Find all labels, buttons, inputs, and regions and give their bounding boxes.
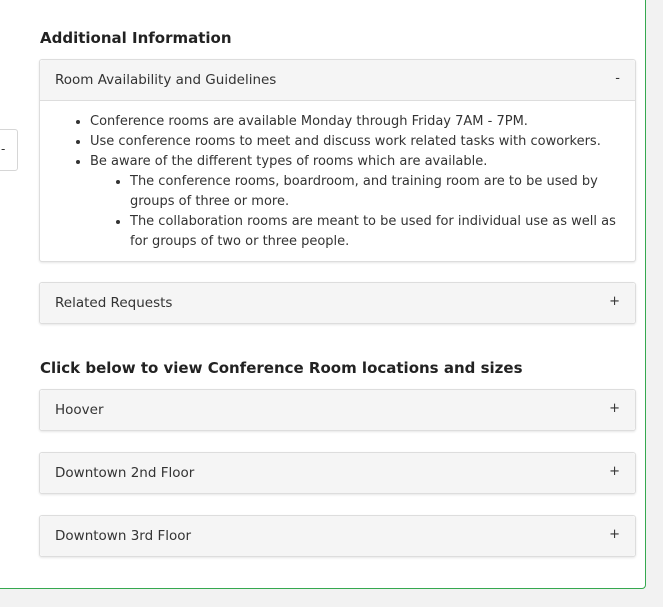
- left-panel-collapse-tab[interactable]: -: [0, 129, 18, 171]
- guideline-item: Use conference rooms to meet and discuss…: [90, 132, 620, 152]
- location-panel-header[interactable]: Hoover +: [40, 390, 635, 430]
- location-panel-hoover[interactable]: Hoover +: [39, 389, 636, 431]
- expand-toggle-icon[interactable]: +: [609, 527, 620, 542]
- additional-information-heading: Additional Information: [40, 29, 232, 47]
- expand-toggle-icon[interactable]: +: [609, 401, 620, 416]
- location-panel-downtown-3rd-floor[interactable]: Downtown 3rd Floor +: [39, 515, 636, 557]
- room-type-item: The conference rooms, boardroom, and tra…: [130, 172, 620, 212]
- collapse-toggle-icon[interactable]: -: [615, 71, 620, 86]
- locations-heading: Click below to view Conference Room loca…: [40, 359, 523, 377]
- room-type-item: The collaboration rooms are meant to be …: [130, 212, 620, 252]
- room-availability-panel: Room Availability and Guidelines - Confe…: [39, 59, 636, 262]
- location-panel-downtown-2nd-floor[interactable]: Downtown 2nd Floor +: [39, 452, 636, 494]
- room-types-list: The conference rooms, boardroom, and tra…: [90, 172, 620, 252]
- room-availability-panel-body: Conference rooms are available Monday th…: [40, 101, 635, 261]
- location-panel-title: Hoover: [55, 402, 104, 418]
- related-requests-panel-title: Related Requests: [55, 295, 173, 311]
- location-panel-header[interactable]: Downtown 3rd Floor +: [40, 516, 635, 556]
- related-requests-panel[interactable]: Related Requests +: [39, 282, 636, 324]
- guideline-item-text: Be aware of the different types of rooms…: [90, 154, 488, 169]
- room-availability-panel-title: Room Availability and Guidelines: [55, 72, 277, 88]
- left-tab-glyph: -: [1, 142, 6, 156]
- location-panel-header[interactable]: Downtown 2nd Floor +: [40, 453, 635, 493]
- location-panel-title: Downtown 3rd Floor: [55, 528, 192, 544]
- guidelines-list: Conference rooms are available Monday th…: [55, 112, 620, 252]
- room-availability-panel-header[interactable]: Room Availability and Guidelines -: [40, 60, 635, 101]
- expand-toggle-icon[interactable]: +: [609, 464, 620, 479]
- guideline-item: Be aware of the different types of rooms…: [90, 152, 620, 252]
- expand-toggle-icon[interactable]: +: [609, 294, 620, 309]
- location-panel-title: Downtown 2nd Floor: [55, 465, 195, 481]
- guideline-item: Conference rooms are available Monday th…: [90, 112, 620, 132]
- related-requests-panel-header[interactable]: Related Requests +: [40, 283, 635, 323]
